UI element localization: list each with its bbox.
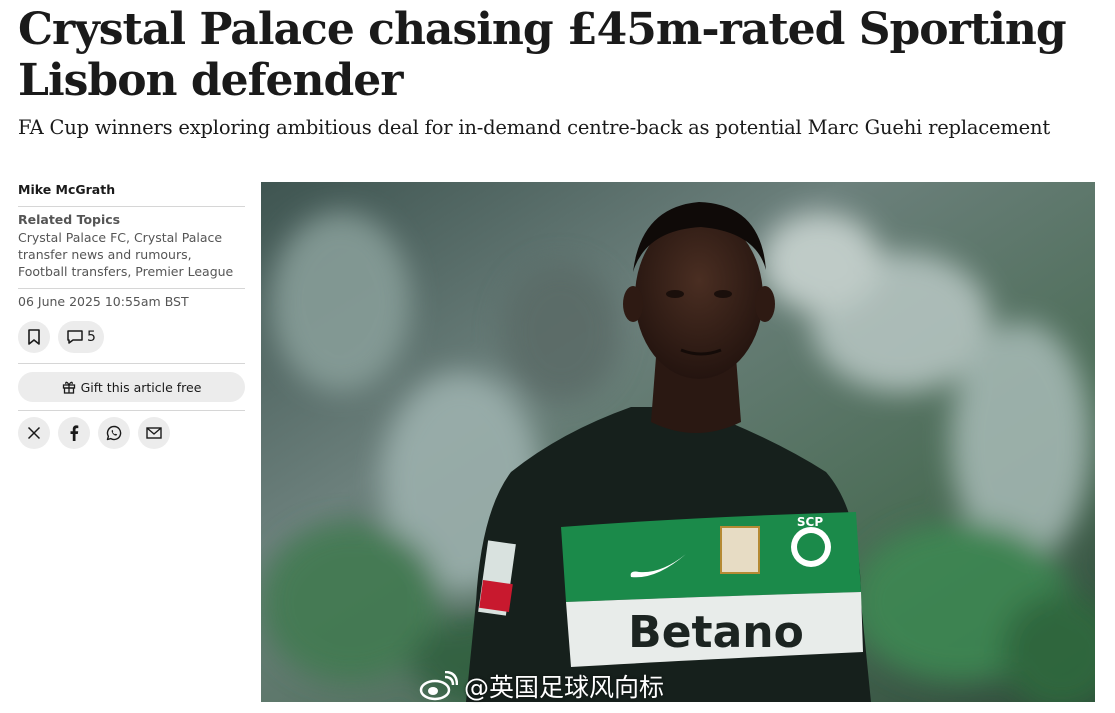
share-whatsapp-button[interactable] xyxy=(98,417,130,449)
weibo-watermark: @英国足球风向标 xyxy=(418,668,664,704)
champions-patch xyxy=(720,526,760,574)
comments-button[interactable]: 5 xyxy=(58,321,104,353)
watermark-text: @英国足球风向标 xyxy=(464,673,665,702)
comment-icon xyxy=(67,330,83,344)
article-main-photo: Betano SCP xyxy=(261,182,1095,702)
related-topics-label: Related Topics xyxy=(18,212,121,227)
publish-date: 06 June 2025 10:55am BST xyxy=(18,294,189,309)
share-email-button[interactable] xyxy=(138,417,170,449)
article-headline: Crystal Palace chasing £45m-rated Sporti… xyxy=(18,4,1067,106)
article-actions: 5 xyxy=(18,321,245,364)
article-meta-sidebar: Mike McGrath Related Topics Crystal Pala… xyxy=(18,176,245,455)
bookmark-button[interactable] xyxy=(18,321,50,353)
weibo-icon xyxy=(419,671,458,701)
share-facebook-button[interactable] xyxy=(58,417,90,449)
bookmark-icon xyxy=(28,329,40,345)
player-photo: Betano SCP xyxy=(261,182,1095,702)
related-topics-links[interactable]: Crystal Palace FC, Crystal Palace transf… xyxy=(18,229,245,280)
gift-icon xyxy=(62,381,75,394)
gift-article-button[interactable]: Gift this article free xyxy=(18,372,245,402)
email-icon xyxy=(146,427,162,439)
share-buttons xyxy=(18,411,245,455)
jersey-sponsor: Betano xyxy=(628,607,804,658)
related-topics: Related Topics Crystal Palace FC, Crysta… xyxy=(18,207,245,289)
gift-row: Gift this article free xyxy=(18,364,245,411)
comment-count: 5 xyxy=(87,329,96,345)
author-name[interactable]: Mike McGrath xyxy=(18,176,245,207)
whatsapp-icon xyxy=(106,425,122,441)
article-standfirst: FA Cup winners exploring ambitious deal … xyxy=(18,116,1050,139)
x-icon xyxy=(27,426,41,440)
gift-label: Gift this article free xyxy=(80,379,202,395)
share-x-button[interactable] xyxy=(18,417,50,449)
crest-label: SCP xyxy=(797,515,823,529)
facebook-icon xyxy=(70,425,79,441)
photo-caption xyxy=(261,705,1095,713)
